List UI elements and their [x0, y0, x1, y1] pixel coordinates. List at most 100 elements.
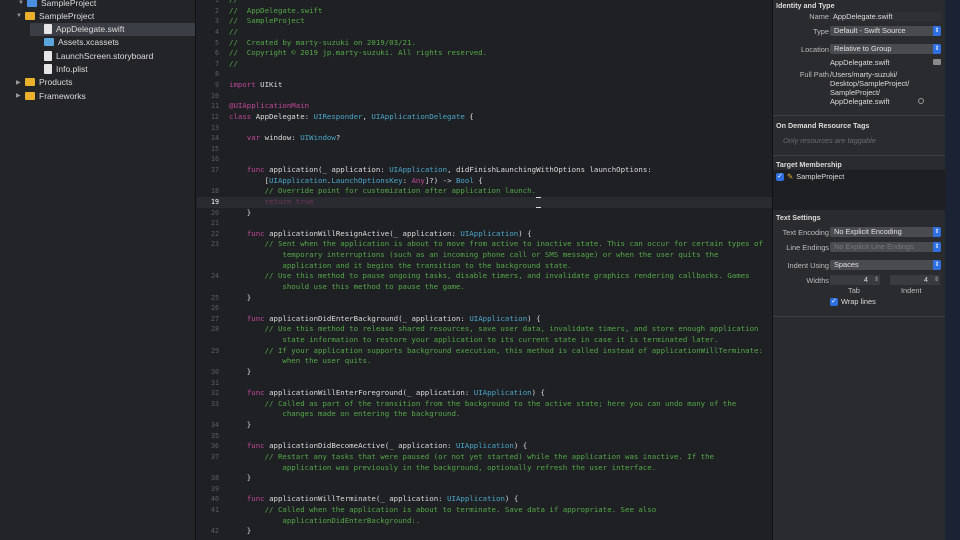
- code-line[interactable]: 2 // AppDelegate.swift: [197, 6, 772, 17]
- chevron-updown-icon: ⇕: [933, 227, 941, 237]
- navigator-item[interactable]: AppDelegate.swift: [30, 22, 195, 36]
- type-popup[interactable]: Default - Swift Source ⇕: [830, 26, 941, 36]
- code-lines[interactable]: 1//2// AppDelegate.swift3// SampleProjec…: [197, 0, 772, 537]
- code-line[interactable]: 15: [197, 144, 772, 155]
- code-token: UIWindow: [300, 133, 336, 143]
- code-line[interactable]: should use this method to pause the game…: [197, 282, 772, 293]
- odr-tags-placeholder[interactable]: Only resources are taggable: [783, 136, 876, 145]
- stepper-icon[interactable]: ⇕: [934, 275, 939, 285]
- disclosure-open-icon[interactable]: ▼: [18, 0, 27, 6]
- navigator-item[interactable]: LaunchScreen.storyboard: [30, 49, 195, 62]
- code-line[interactable]: when the user quits.: [197, 356, 772, 367]
- code-line[interactable]: 20 }: [197, 208, 772, 219]
- line-number: 18: [211, 187, 219, 196]
- navigator-item[interactable]: Assets.xcassets: [30, 36, 195, 49]
- code-line[interactable]: 27 func applicationDidEnterBackground(_ …: [197, 314, 772, 325]
- indent-width-stepper[interactable]: 4 ⇕: [890, 275, 940, 285]
- navigator-item[interactable]: ▶ Products: [0, 76, 195, 89]
- code-line[interactable]: 3 // SampleProject: [197, 16, 772, 27]
- code-line[interactable]: 28 // Use this method to release shared …: [197, 324, 772, 335]
- code-line[interactable]: 7 //: [197, 59, 772, 70]
- navigator-item[interactable]: ▼ SampleProject: [0, 0, 195, 9]
- line-endings-popup[interactable]: No Explicit Line Endings ⇕: [830, 242, 941, 252]
- encoding-label: Text Encoding: [782, 228, 829, 237]
- indent-using-popup[interactable]: Spaces ⇕: [830, 260, 941, 270]
- reveal-arrow-icon[interactable]: [918, 98, 924, 104]
- code-text: @UIApplicationMain: [229, 101, 309, 112]
- code-line[interactable]: application was previously in the backgr…: [197, 463, 772, 474]
- code-token: //: [229, 0, 238, 4]
- checkbox-checked-icon[interactable]: ✓: [830, 298, 838, 307]
- code-text: //: [229, 59, 238, 70]
- code-line[interactable]: application and it begins the transition…: [197, 261, 772, 272]
- disclosure-closed-icon[interactable]: ▶: [16, 92, 25, 99]
- name-field[interactable]: AppDelegate.swift: [830, 12, 941, 21]
- code-line[interactable]: 8: [197, 69, 772, 80]
- code-line[interactable]: 16: [197, 154, 772, 165]
- code-token: //: [229, 58, 238, 68]
- code-line[interactable]: 6 // Copyright © 2019 jp.marty-suzuki. Al…: [197, 48, 772, 59]
- code-line[interactable]: [UIApplication.LaunchOptionsKey: Any]?) …: [197, 176, 772, 187]
- navigator-item[interactable]: Info.plist: [30, 63, 195, 76]
- code-line[interactable]: 32 func applicationWillEnterForeground(_…: [197, 388, 772, 399]
- location-popup[interactable]: Relative to Group ⇕: [830, 44, 941, 54]
- code-line[interactable]: 30 }: [197, 367, 772, 378]
- navigator-item[interactable]: ▶ Frameworks: [0, 89, 195, 102]
- code-line[interactable]: 34 }: [197, 420, 772, 431]
- code-line[interactable]: 41 // Called when the application is abo…: [197, 505, 772, 516]
- line-number: 38: [211, 474, 219, 483]
- checkbox-checked-icon[interactable]: ✓: [776, 173, 784, 182]
- code-line[interactable]: 14 var window: UIWindow?: [197, 133, 772, 144]
- code-line[interactable]: 11 @UIApplicationMain: [197, 101, 772, 112]
- line-number: 3: [215, 17, 219, 26]
- code-line[interactable]: 31: [197, 378, 772, 389]
- code-line[interactable]: 25 }: [197, 293, 772, 304]
- code-token: ) {: [518, 228, 532, 238]
- code-text: }: [229, 420, 251, 431]
- disclosure-open-icon[interactable]: ▼: [16, 13, 25, 19]
- source-editor[interactable]: 1//2// AppDelegate.swift3// SampleProjec…: [197, 0, 772, 540]
- code-line[interactable]: 40 func applicationWillTerminate(_ appli…: [197, 494, 772, 505]
- code-line[interactable]: state information to restore your applic…: [197, 335, 772, 346]
- code-line[interactable]: 17 func application(_ application: UIApp…: [197, 165, 772, 176]
- tab-width-stepper[interactable]: 4 ⇕: [830, 275, 880, 285]
- code-line[interactable]: 35: [197, 431, 772, 442]
- line-number: 31: [211, 378, 219, 387]
- code-text: application was previously in the backgr…: [229, 463, 656, 474]
- code-line[interactable]: changes made on entering the background.: [197, 409, 772, 420]
- target-row[interactable]: ✓ ✎ SampleProject: [776, 172, 844, 182]
- code-line[interactable]: 10: [197, 91, 772, 102]
- code-line[interactable]: 23 // Sent when the application is about…: [197, 239, 772, 250]
- code-line[interactable]: 4 //: [197, 27, 772, 38]
- folder-icon[interactable]: [933, 59, 941, 65]
- code-line[interactable]: 22 func applicationWillResignActive(_ ap…: [197, 229, 772, 240]
- code-line[interactable]: 39: [197, 484, 772, 495]
- code-line[interactable]: 12 class AppDelegate: UIResponder, UIAppl…: [197, 112, 772, 123]
- code-line[interactable]: 33 // Called as part of the transition f…: [197, 399, 772, 410]
- code-line[interactable]: 21: [197, 218, 772, 229]
- code-line[interactable]: 26: [197, 303, 772, 314]
- code-token: import: [229, 80, 256, 89]
- code-line[interactable]: 24 // Use this method to pause ongoing t…: [197, 271, 772, 282]
- code-line[interactable]: 38 }: [197, 473, 772, 484]
- code-token: func: [246, 313, 265, 323]
- code-line[interactable]: 13: [197, 123, 772, 134]
- code-line[interactable]: 36 func applicationDidBecomeActive(_ app…: [197, 441, 772, 452]
- code-line[interactable]: applicationDidEnterBackground:.: [197, 516, 772, 527]
- code-line[interactable]: 37 // Restart any tasks that were paused…: [197, 452, 772, 463]
- code-line[interactable]: 29 // If your application supports backg…: [197, 346, 772, 357]
- wrap-lines-checkbox[interactable]: ✓ Wrap lines: [830, 297, 876, 307]
- code-token: }: [229, 420, 252, 429]
- code-token: applicationWillEnterForeground(_ applica…: [264, 388, 474, 398]
- code-line[interactable]: 42 }: [197, 526, 772, 537]
- code-line[interactable]: 18 // Override point for customization a…: [197, 186, 772, 197]
- stepper-icon[interactable]: ⇕: [874, 275, 879, 285]
- code-line[interactable]: 5 // Created by marty-suzuki on 2019/03/2…: [197, 38, 772, 49]
- code-line[interactable]: temporary interruptions (such as an inco…: [197, 250, 772, 261]
- disclosure-closed-icon[interactable]: ▶: [16, 79, 25, 86]
- folder-icon: [25, 78, 35, 87]
- encoding-popup[interactable]: No Explicit Encoding ⇕: [830, 227, 941, 237]
- code-line[interactable]: 19 return true: [197, 196, 772, 208]
- navigator-item[interactable]: ▼ SampleProject: [0, 9, 195, 22]
- code-line[interactable]: 9 import UIKit: [197, 80, 772, 91]
